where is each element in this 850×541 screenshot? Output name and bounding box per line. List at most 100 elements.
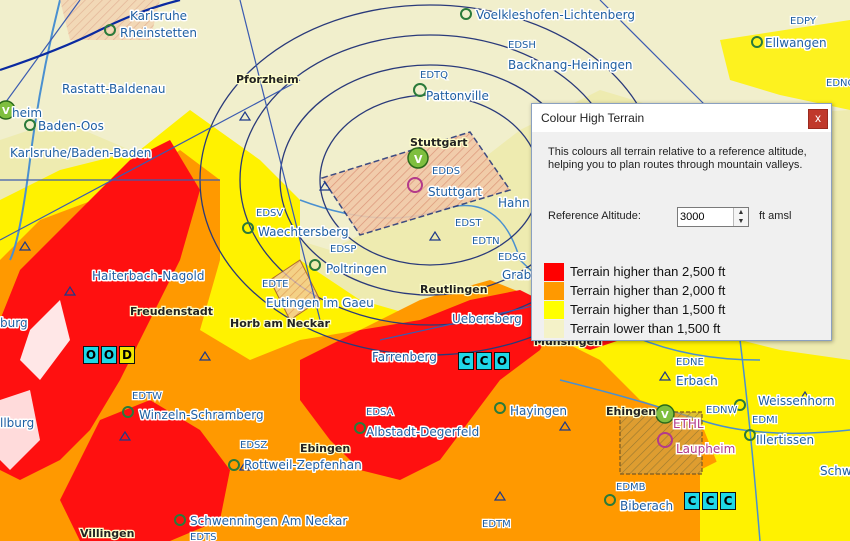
- label-heim: heim: [12, 106, 42, 120]
- label-reutlingen: Reutlingen: [420, 283, 488, 296]
- close-icon: x: [815, 111, 821, 125]
- legend-row: Terrain higher than 1,500 ft: [544, 300, 725, 319]
- colour-high-terrain-dialog: Colour High Terrain x This colours all t…: [531, 103, 832, 341]
- legend-row: Terrain higher than 2,000 ft: [544, 281, 725, 300]
- label-edsp: EDSP: [330, 244, 356, 255]
- label-freudenstadt: Freudenstadt: [130, 305, 213, 318]
- label-ednw: EDNW: [706, 405, 737, 416]
- badge-letter: C: [684, 492, 700, 510]
- label-voelkleshofen: Voelkleshofen-Lichtenberg: [476, 8, 635, 22]
- label-edne: EDNE: [676, 357, 704, 368]
- label-farrenberg: Farrenberg: [372, 350, 437, 364]
- label-biberach: Biberach: [620, 499, 673, 513]
- label-edpy: EDPY: [790, 16, 817, 27]
- badge-letter: C: [458, 352, 474, 370]
- label-stuttgart-city: Stuttgart: [410, 136, 468, 149]
- label-edsa: EDSA: [366, 407, 394, 418]
- label-edtl: ETHL: [673, 417, 704, 431]
- label-schwenningen: Schwenningen Am Neckar: [190, 514, 347, 528]
- v-symbol-stuttgart: V: [414, 153, 423, 166]
- legend-swatch: [544, 281, 564, 300]
- label-edsh: EDSH: [508, 40, 536, 51]
- label-rottweil: Rottweil-Zepfenhan: [244, 458, 362, 472]
- legend-label: Terrain higher than 2,500 ft: [570, 264, 726, 279]
- legend-label: Terrain lower than 1,500 ft: [570, 321, 721, 336]
- label-albstadt: Albstadt-Degerfeld: [366, 425, 479, 439]
- label-ebingen: Ebingen: [300, 442, 350, 455]
- label-edsg: EDSG: [498, 252, 526, 263]
- reference-altitude-spinbox[interactable]: ▲ ▼: [677, 207, 749, 227]
- label-ehingen: Ehingen: [606, 405, 656, 418]
- badge-letter: O: [83, 346, 99, 364]
- label-edsv: EDSV: [256, 208, 283, 219]
- legend-row: Terrain higher than 2,500 ft: [544, 262, 725, 281]
- label-edsz: EDSZ: [240, 440, 267, 451]
- altitude-unit: ft amsl: [759, 210, 792, 222]
- label-erbach: Erbach: [676, 374, 718, 388]
- badge-letter: C: [476, 352, 492, 370]
- label-pforzheim: Pforzheim: [236, 73, 299, 86]
- badge-letter: D: [119, 346, 135, 364]
- close-button[interactable]: x: [808, 109, 828, 129]
- dialog-title: Colour High Terrain: [541, 111, 645, 125]
- label-ellwangen: Ellwangen: [765, 36, 827, 50]
- label-edno: EDNO: [826, 78, 850, 89]
- label-winzeln: Winzeln-Schramberg: [139, 408, 264, 422]
- v-symbol-heim: V: [2, 106, 10, 117]
- label-hahn: Hahn: [498, 196, 530, 210]
- label-rastatt: Rastatt-Baldenau: [62, 82, 166, 96]
- dialog-titlebar[interactable]: Colour High Terrain x: [532, 104, 831, 132]
- label-rheinstetten: Rheinstetten: [120, 26, 197, 40]
- terrain-legend: Terrain higher than 2,500 ft Terrain hig…: [544, 262, 725, 338]
- label-edtw: EDTW: [132, 391, 162, 402]
- label-grab: Grab: [502, 268, 531, 282]
- dialog-description: This colours all terrain relative to a r…: [548, 146, 807, 171]
- v-symbol-ehingen: V: [661, 410, 669, 421]
- label-haiterbach: Haiterbach-Nagold: [92, 269, 204, 283]
- badge-letter: C: [720, 492, 736, 510]
- label-waechtersberg: Waechtersberg: [258, 225, 349, 239]
- label-illburg: llburg: [0, 416, 34, 430]
- label-edmi: EDMI: [752, 415, 778, 426]
- legend-swatch: [544, 300, 564, 319]
- legend-label: Terrain higher than 2,000 ft: [570, 283, 726, 298]
- label-schw: Schw: [820, 464, 850, 478]
- label-edtn: EDTN: [472, 236, 500, 247]
- label-edtq: EDTQ: [420, 70, 448, 81]
- label-eutingen: Eutingen im Gaeu: [266, 296, 374, 310]
- label-hayingen: Hayingen: [510, 404, 567, 418]
- label-karlsruhe: Karlsruhe: [130, 9, 187, 23]
- label-karlsruhe-baden: Karlsruhe/Baden-Baden: [10, 146, 151, 160]
- spin-down-icon[interactable]: ▼: [733, 217, 748, 226]
- label-edst: EDST: [455, 218, 482, 229]
- badge-letter: O: [494, 352, 510, 370]
- label-poltringen: Poltringen: [326, 262, 387, 276]
- label-backnang: Backnang-Heiningen: [508, 58, 633, 72]
- airspace-badge-ood: O O D: [83, 346, 135, 364]
- label-edmb: EDMB: [616, 482, 646, 493]
- airspace-badge-cco: C C O: [458, 352, 510, 370]
- label-edds: EDDS: [432, 166, 460, 177]
- badge-letter: C: [702, 492, 718, 510]
- label-edtm: EDTM: [482, 519, 511, 530]
- label-horb: Horb am Neckar: [230, 317, 331, 330]
- label-weissenhorn: Weissenhorn: [758, 394, 835, 408]
- legend-swatch: [544, 262, 564, 281]
- label-pattonville: Pattonville: [426, 89, 489, 103]
- reference-altitude-label: Reference Altitude:: [548, 210, 641, 222]
- label-illertissen: Illertissen: [756, 433, 814, 447]
- reference-altitude-input[interactable]: [680, 209, 730, 225]
- label-burg: burg: [0, 316, 28, 330]
- legend-row: Terrain lower than 1,500 ft: [544, 319, 725, 338]
- label-baden-oos: Baden-Oos: [38, 119, 104, 133]
- label-edte: EDTE: [262, 279, 288, 290]
- legend-swatch: [544, 319, 564, 338]
- label-uebersberg: Uebersberg: [452, 312, 522, 326]
- legend-label: Terrain higher than 1,500 ft: [570, 302, 726, 317]
- label-laupheim: Laupheim: [676, 442, 735, 456]
- label-villingen: Villingen: [80, 527, 134, 540]
- label-stuttgart: Stuttgart: [428, 185, 482, 199]
- label-edts: EDTS: [190, 532, 216, 541]
- airspace-badge-ccc: C C C: [684, 492, 736, 510]
- badge-letter: O: [101, 346, 117, 364]
